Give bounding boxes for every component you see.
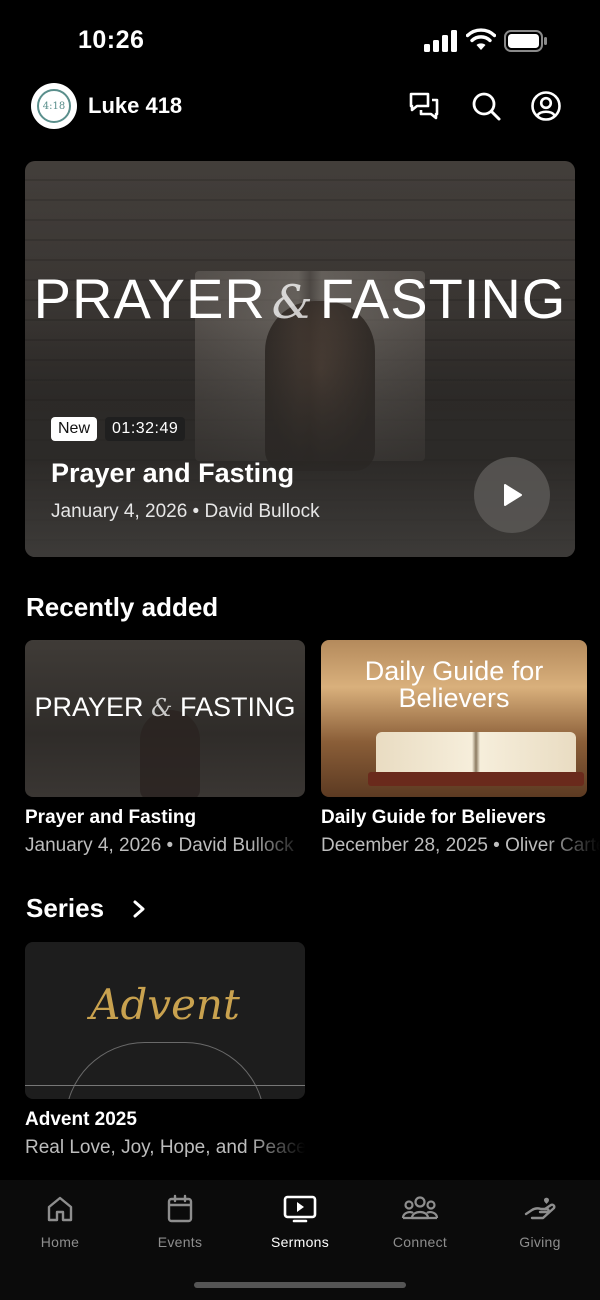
thumb-bible-image [368,732,584,786]
home-icon [47,1196,73,1222]
tab-giving-label: Giving [519,1234,561,1250]
messages-icon[interactable] [408,90,440,122]
sermons-screen: 10:26 4:18 Luke 418 PRAYER & FASTING New… [0,0,600,1300]
calendar-icon [167,1194,193,1223]
recent-item-thumbnail: PRAYER & FASTING [25,640,305,797]
tab-home[interactable]: Home [0,1194,120,1250]
thumb-hands-image [140,710,200,797]
hero-title: Prayer and Fasting [51,458,295,488]
tab-sermons[interactable]: Sermons [240,1194,360,1250]
tab-events-label: Events [157,1234,203,1250]
cellular-signal-icon [424,30,457,52]
status-time: 10:26 [78,26,145,54]
hero-art-amp: & [271,275,314,329]
thumb-artwork-title: Daily Guide for Believers [321,658,587,712]
thumb-art-right: FASTING [179,692,296,722]
play-screen-icon [283,1195,317,1223]
hero-art-right: FASTING [319,267,567,330]
tab-events[interactable]: Events [120,1194,240,1250]
hero-meta: January 4, 2026 • David Bullock [51,501,320,522]
recent-item-thumbnail: Daily Guide for Believers [321,640,587,797]
thumb-ground-line [25,1085,305,1086]
recent-item-meta: December 28, 2025 • Oliver Carter [321,835,600,856]
logo-mark: 4:18 [37,89,71,123]
recent-item-card[interactable]: PRAYER & FASTING Prayer and Fasting Janu… [25,640,305,857]
series-item-title: Advent 2025 [25,1109,137,1130]
app-header: 4:18 Luke 418 [0,80,600,132]
church-logo[interactable]: 4:18 [31,83,77,129]
wifi-icon [466,28,496,50]
hero-artwork-title: PRAYER & FASTING [25,266,575,331]
hero-badges: New 01:32:49 [51,417,186,441]
tab-connect[interactable]: Connect [360,1194,480,1250]
series-artwork-title: Advent [90,980,240,1029]
series-item-meta: Real Love, Joy, Hope, and Peace [25,1137,305,1158]
search-icon[interactable] [470,90,502,122]
new-badge: New [51,417,98,441]
recent-item-title: Daily Guide for Believers [321,807,546,828]
giving-hand-icon [524,1197,556,1220]
home-indicator[interactable] [194,1282,406,1288]
thumb-artwork-title: PRAYER & FASTING [25,692,305,723]
battery-icon [504,30,547,52]
recent-item-meta: January 4, 2026 • David Bullock [25,835,294,856]
app-title: Luke 418 [88,93,183,118]
tab-giving[interactable]: Giving [480,1194,600,1250]
thumb-art-line1: Daily Guide for [364,656,544,686]
thumb-art-line2: Believers [398,683,510,713]
series-heading[interactable]: Series [26,893,104,924]
thumb-art-amp: & [151,694,173,722]
recent-item-title: Prayer and Fasting [25,807,197,828]
tab-sermons-label: Sermons [270,1234,330,1250]
thumb-art-left: PRAYER [34,692,144,722]
tab-home-label: Home [40,1234,80,1250]
tab-connect-label: Connect [392,1234,448,1250]
play-icon [504,484,522,506]
play-button[interactable] [474,457,550,533]
people-icon [401,1196,439,1220]
chevron-right-icon[interactable] [128,897,150,921]
account-icon[interactable] [530,90,562,122]
series-item-card[interactable]: Advent Advent 2025 Real Love, Joy, Hope,… [25,942,305,1159]
status-bar: 10:26 [0,0,600,80]
series-item-thumbnail: Advent [25,942,305,1099]
duration-badge: 01:32:49 [105,417,186,441]
featured-sermon-card[interactable]: PRAYER & FASTING New 01:32:49 Prayer and F… [25,161,575,557]
thumb-hill-drawing [65,1042,265,1099]
recently-added-heading: Recently added [26,592,219,622]
hero-art-left: PRAYER [33,267,266,330]
recent-item-card[interactable]: Daily Guide for Believers Daily Guide fo… [321,640,600,857]
